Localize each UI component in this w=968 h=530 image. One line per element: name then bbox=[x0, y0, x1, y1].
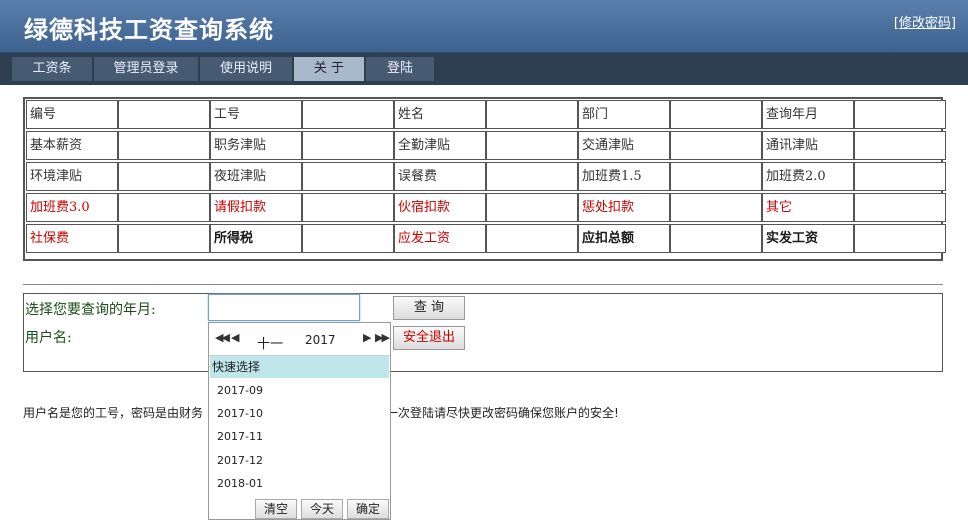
app-header: 绿德科技工资查询系统 [修改密码] bbox=[0, 0, 968, 53]
tab-payslip[interactable]: 工资条 bbox=[12, 57, 92, 81]
salary-table: 编号 工号 姓名 部门 查询年月基本薪资 职务津贴 全勤津贴 交通津贴 通讯津贴环境津贴 夜班津贴… bbox=[23, 97, 946, 261]
field-label: 伙宿扣款 bbox=[394, 193, 486, 222]
field-value bbox=[118, 162, 210, 191]
help-note-tail: 一次登陆请尽快更改密码确保您账户的安全! bbox=[386, 406, 619, 420]
change-password-link[interactable]: [修改密码] bbox=[894, 12, 956, 31]
field-label: 部门 bbox=[578, 100, 670, 129]
field-value bbox=[118, 193, 210, 222]
today-button[interactable]: 今天 bbox=[301, 499, 343, 519]
field-value bbox=[486, 100, 578, 129]
tab-instructions[interactable]: 使用说明 bbox=[200, 57, 292, 81]
field-label: 社保费 bbox=[26, 224, 118, 253]
field-value bbox=[854, 131, 946, 160]
quick-option-3[interactable]: 2017-11 bbox=[217, 430, 263, 443]
field-label: 惩处扣款 bbox=[578, 193, 670, 222]
field-value bbox=[486, 131, 578, 160]
field-label: 夜班津贴 bbox=[210, 162, 302, 191]
quick-option-2[interactable]: 2017-10 bbox=[217, 407, 263, 420]
field-value bbox=[854, 162, 946, 191]
nav-bar: 工资条 管理员登录 使用说明 关 于 登陆 bbox=[0, 53, 968, 85]
field-value bbox=[670, 131, 762, 160]
field-value bbox=[118, 224, 210, 253]
field-label: 交通津贴 bbox=[578, 131, 670, 160]
next-month-icon[interactable]: ▶ bbox=[363, 331, 372, 344]
field-value bbox=[302, 193, 394, 222]
prev-month-icon[interactable]: ◀ bbox=[231, 331, 240, 344]
clear-button[interactable]: 清空 bbox=[255, 499, 297, 519]
field-label: 环境津贴 bbox=[26, 162, 118, 191]
field-label: 实发工资 bbox=[762, 224, 854, 253]
field-label: 编号 bbox=[26, 100, 118, 129]
field-value bbox=[670, 162, 762, 191]
field-label: 误餐费 bbox=[394, 162, 486, 191]
prev-year-icon[interactable]: ◀◀ bbox=[215, 331, 230, 344]
field-value bbox=[486, 162, 578, 191]
field-label: 应发工资 bbox=[394, 224, 486, 253]
quick-option-5[interactable]: 2018-01 bbox=[217, 477, 263, 490]
field-value bbox=[486, 224, 578, 253]
divider bbox=[23, 284, 943, 285]
field-label: 基本薪资 bbox=[26, 131, 118, 160]
field-label: 工号 bbox=[210, 100, 302, 129]
tab-admin-login[interactable]: 管理员登录 bbox=[94, 57, 198, 81]
field-label: 加班费1.5 bbox=[578, 162, 670, 191]
field-label: 所得税 bbox=[210, 224, 302, 253]
field-label: 职务津贴 bbox=[210, 131, 302, 160]
field-value bbox=[302, 131, 394, 160]
field-value bbox=[670, 193, 762, 222]
field-value bbox=[670, 224, 762, 253]
field-value bbox=[854, 224, 946, 253]
field-value bbox=[486, 193, 578, 222]
field-value bbox=[118, 131, 210, 160]
username-label: 用户名: bbox=[25, 330, 72, 346]
field-label: 加班费3.0 bbox=[26, 193, 118, 222]
help-note-head: 用户名是您的工号，密码是由财务 bbox=[23, 406, 204, 420]
query-panel bbox=[23, 293, 943, 372]
logout-button[interactable]: 安全退出 bbox=[393, 326, 465, 350]
field-label: 姓名 bbox=[394, 100, 486, 129]
field-label: 加班费2.0 bbox=[762, 162, 854, 191]
field-value bbox=[118, 100, 210, 129]
field-value bbox=[302, 224, 394, 253]
tab-about[interactable]: 关 于 bbox=[294, 57, 364, 81]
field-value bbox=[854, 193, 946, 222]
query-button[interactable]: 查 询 bbox=[393, 296, 465, 320]
field-label: 其它 bbox=[762, 193, 854, 222]
field-value bbox=[302, 162, 394, 191]
confirm-button[interactable]: 确定 bbox=[347, 499, 389, 519]
field-value bbox=[854, 100, 946, 129]
app-title: 绿德科技工资查询系统 bbox=[24, 15, 274, 44]
quick-option-4[interactable]: 2017-12 bbox=[217, 454, 263, 467]
month-picker: ◀◀ ◀ 十一 2017 ▶ ▶▶ 快速选择 2017-09 2017-10 2… bbox=[208, 322, 391, 520]
month-label: 选择您要查询的年月: bbox=[25, 302, 156, 318]
field-value bbox=[302, 100, 394, 129]
field-value bbox=[670, 100, 762, 129]
next-year-icon[interactable]: ▶▶ bbox=[375, 331, 390, 344]
picker-month[interactable]: 十一 bbox=[257, 333, 283, 352]
field-label: 通讯津贴 bbox=[762, 131, 854, 160]
month-input[interactable] bbox=[208, 294, 360, 321]
field-label: 查询年月 bbox=[762, 100, 854, 129]
tab-login[interactable]: 登陆 bbox=[366, 57, 434, 81]
field-label: 请假扣款 bbox=[210, 193, 302, 222]
quick-option-1[interactable]: 2017-09 bbox=[217, 384, 263, 397]
picker-year[interactable]: 2017 bbox=[305, 333, 336, 347]
field-label: 应扣总额 bbox=[578, 224, 670, 253]
quick-select-label: 快速选择 bbox=[210, 356, 389, 378]
field-label: 全勤津贴 bbox=[394, 131, 486, 160]
